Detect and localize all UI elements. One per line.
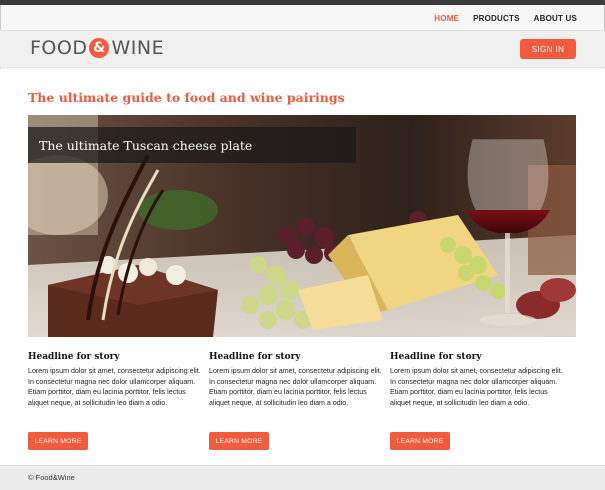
story-headline: Headline for story: [28, 352, 120, 362]
nav-products-link[interactable]: PRODUCTS: [473, 14, 520, 23]
nav-home-link[interactable]: HOME: [434, 14, 459, 23]
story-body: Lorem ipsum dolor sit amet, consectetur …: [209, 367, 382, 407]
main-nav: HOME PRODUCTS ABOUT US: [434, 14, 577, 23]
learn-more-button[interactable]: LEARN MORE: [209, 432, 269, 450]
nav-about-link[interactable]: ABOUT US: [534, 14, 577, 23]
page-tagline: The ultimate guide to food and wine pair…: [28, 90, 345, 105]
story-card: Headline for story Lorem ipsum dolor sit…: [28, 352, 204, 450]
logo-text-food: FOOD: [30, 37, 88, 59]
story-headline: Headline for story: [209, 352, 301, 362]
hero-caption-text: The ultimate Tuscan cheese plate: [39, 138, 253, 153]
story-body: Lorem ipsum dolor sit amet, consectetur …: [390, 367, 563, 407]
story-card: Headline for story Lorem ipsum dolor sit…: [209, 352, 385, 450]
story-headline: Headline for story: [390, 352, 482, 362]
logo-text-wine: WINE: [111, 37, 165, 59]
story-body: Lorem ipsum dolor sit amet, consectetur …: [28, 367, 201, 407]
logo-ampersand-badge: &: [89, 38, 110, 58]
story-card: Headline for story Lorem ipsum dolor sit…: [390, 352, 566, 450]
learn-more-button[interactable]: LEARN MORE: [390, 432, 450, 450]
top-bar: [0, 0, 605, 5]
learn-more-button[interactable]: LEARN MORE: [28, 432, 88, 450]
site-logo[interactable]: FOOD & WINE: [30, 37, 164, 59]
footer-copyright: © Food&Wine: [28, 473, 75, 482]
hero-caption-box: The ultimate Tuscan cheese plate: [28, 127, 356, 163]
footer: © Food&Wine: [0, 465, 605, 490]
sign-in-button[interactable]: SIGN IN: [520, 39, 576, 59]
